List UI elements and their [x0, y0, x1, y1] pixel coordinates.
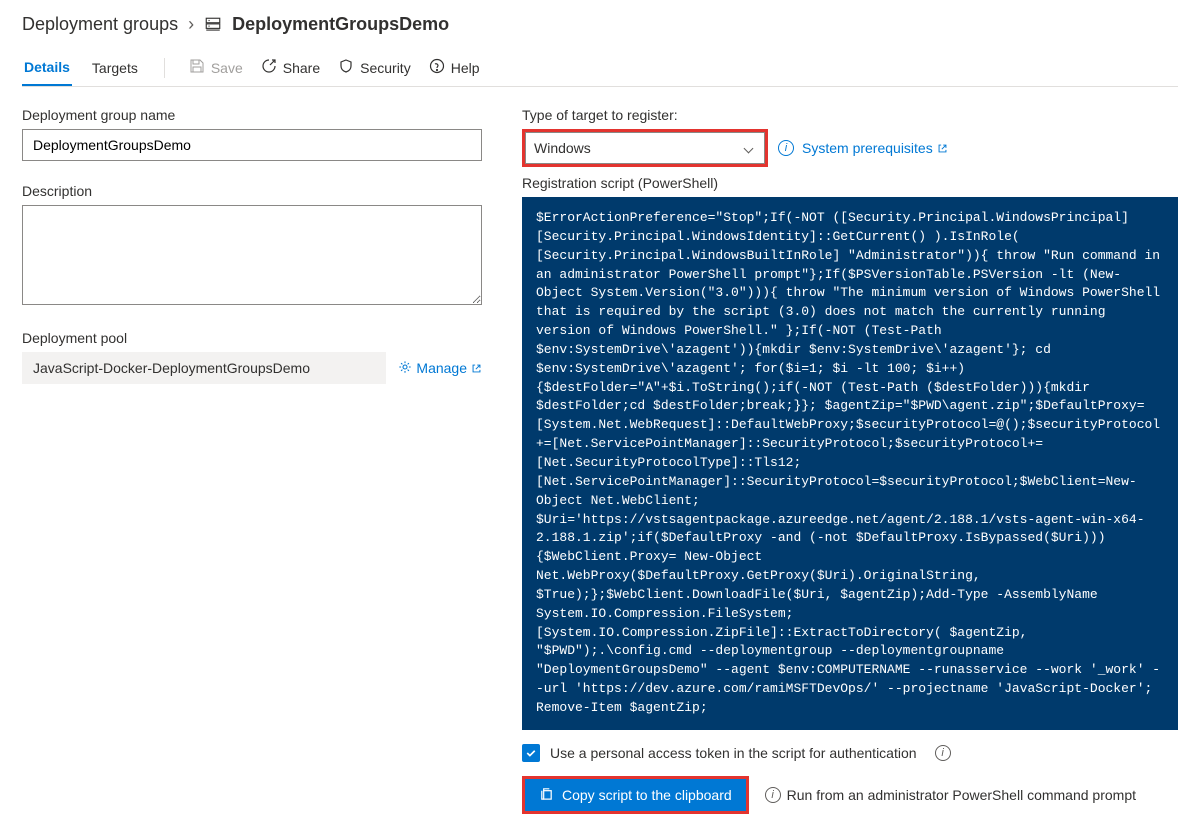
separator [164, 58, 165, 78]
name-label: Deployment group name [22, 107, 482, 123]
pool-label: Deployment pool [22, 330, 482, 346]
external-link-icon [937, 143, 948, 154]
security-label: Security [360, 60, 411, 76]
registration-script[interactable]: $ErrorActionPreference="Stop";If(-NOT ([… [522, 197, 1178, 730]
desc-input[interactable] [22, 205, 482, 305]
security-button[interactable]: Security [338, 58, 411, 77]
breadcrumb-separator: › [188, 14, 194, 35]
breadcrumb: Deployment groups › DeploymentGroupsDemo [22, 14, 1178, 35]
tab-details[interactable]: Details [22, 49, 72, 86]
pool-value: JavaScript-Docker-DeploymentGroupsDemo [22, 352, 386, 384]
save-label: Save [211, 60, 243, 76]
manage-label: Manage [416, 360, 467, 376]
save-icon [189, 58, 205, 77]
copy-label: Copy script to the clipboard [562, 787, 732, 803]
help-icon [429, 58, 445, 77]
target-type-value: Windows [534, 140, 591, 156]
gear-icon [398, 360, 412, 377]
name-input[interactable] [22, 129, 482, 161]
tab-targets[interactable]: Targets [90, 49, 140, 86]
toolbar: Details Targets Save Share Security Help [22, 49, 1178, 87]
help-label: Help [451, 60, 480, 76]
type-label: Type of target to register: [522, 107, 1178, 123]
share-icon [261, 58, 277, 77]
desc-label: Description [22, 183, 482, 199]
share-button[interactable]: Share [261, 58, 320, 77]
copy-icon [539, 786, 554, 804]
shield-icon [338, 58, 354, 77]
server-icon [204, 16, 222, 34]
copy-script-button[interactable]: Copy script to the clipboard [525, 779, 746, 811]
run-note: Run from an administrator PowerShell com… [787, 787, 1136, 803]
script-label: Registration script (PowerShell) [522, 175, 1178, 191]
info-icon[interactable]: i [935, 745, 951, 761]
pat-label: Use a personal access token in the scrip… [550, 745, 917, 761]
manage-link[interactable]: Manage [398, 360, 482, 377]
target-type-select[interactable]: Windows [525, 132, 765, 164]
prereq-label: System prerequisites [802, 140, 933, 156]
info-icon: i [778, 140, 794, 156]
breadcrumb-parent[interactable]: Deployment groups [22, 14, 178, 35]
info-icon: i [765, 787, 781, 803]
help-button[interactable]: Help [429, 58, 480, 77]
external-link-icon [471, 363, 482, 374]
share-label: Share [283, 60, 320, 76]
prereq-link[interactable]: i System prerequisites [778, 140, 948, 156]
chevron-down-icon [744, 143, 754, 153]
save-button: Save [189, 58, 243, 77]
pat-checkbox[interactable] [522, 744, 540, 762]
breadcrumb-current: DeploymentGroupsDemo [232, 14, 449, 35]
